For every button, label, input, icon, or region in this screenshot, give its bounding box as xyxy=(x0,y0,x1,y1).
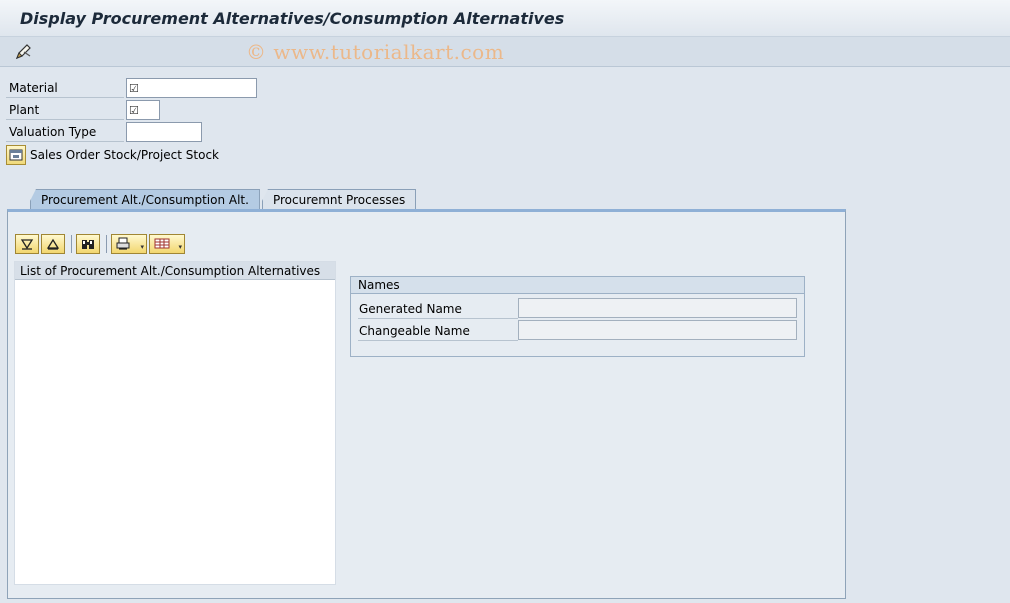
plant-input[interactable]: ☑ xyxy=(126,100,160,120)
sales-order-stock-label: Sales Order Stock/Project Stock xyxy=(30,148,220,162)
tab-procurement-processes[interactable]: Procuremnt Processes xyxy=(261,189,417,210)
material-input[interactable]: ☑ xyxy=(126,78,257,98)
table-layout-icon xyxy=(154,238,170,249)
layout-menu-button[interactable]: ▾ xyxy=(149,233,185,254)
changeable-name-underline xyxy=(358,340,518,341)
list-header: List of Procurement Alt./Consumption Alt… xyxy=(15,262,335,280)
tab-panel: ▾ ▾ List of Procurement Alt./Consumption… xyxy=(7,209,846,599)
plant-label: Plant xyxy=(9,103,40,117)
watermark-text: © www.tutorialkart.com xyxy=(246,40,505,64)
generated-name-label: Generated Name xyxy=(359,302,462,316)
changeable-name-label: Changeable Name xyxy=(359,324,470,338)
valuation-type-row: Valuation Type xyxy=(6,122,266,142)
material-row: Material ☑ xyxy=(6,78,266,98)
tab-procurement-alternatives[interactable]: Procurement Alt./Consumption Alt. xyxy=(30,189,260,210)
valuation-type-label: Valuation Type xyxy=(9,125,97,139)
toolbar-separator xyxy=(106,234,107,253)
dropdown-arrow-icon: ▾ xyxy=(178,242,182,251)
sales-order-stock: Sales Order Stock/Project Stock xyxy=(6,144,219,166)
alternatives-list[interactable]: List of Procurement Alt./Consumption Alt… xyxy=(14,261,336,585)
selection-screen-icon xyxy=(9,149,23,161)
print-icon xyxy=(116,237,130,250)
find-button[interactable] xyxy=(76,233,100,254)
plant-label-underline xyxy=(6,119,124,120)
generated-name-underline xyxy=(358,318,518,319)
required-check-icon: ☑ xyxy=(129,81,139,95)
expand-all-icon xyxy=(20,238,34,250)
material-label: Material xyxy=(9,81,58,95)
required-check-icon: ☑ xyxy=(129,103,139,117)
valuation-type-input[interactable] xyxy=(126,122,202,142)
list-toolbar: ▾ ▾ xyxy=(15,233,187,254)
change-edit-button[interactable] xyxy=(14,42,34,62)
valuation-type-label-underline xyxy=(6,141,124,142)
collapse-all-icon xyxy=(46,238,60,250)
title-bar: Display Procurement Alternatives/Consump… xyxy=(0,0,1010,37)
material-label-underline xyxy=(6,97,124,98)
changeable-name-row: Changeable Name xyxy=(358,320,798,341)
tab-strip: Procurement Alt./Consumption Alt. Procur… xyxy=(30,189,418,210)
names-group: Names Generated Name Changeable Name xyxy=(350,276,805,357)
changeable-name-field xyxy=(518,320,797,340)
generated-name-row: Generated Name xyxy=(358,298,798,319)
generated-name-field xyxy=(518,298,797,318)
print-menu-button[interactable]: ▾ xyxy=(111,233,147,254)
page-title: Display Procurement Alternatives/Consump… xyxy=(20,9,565,28)
change-edit-icon xyxy=(15,44,31,60)
plant-row: Plant ☑ xyxy=(6,100,266,120)
dropdown-arrow-icon: ▾ xyxy=(140,242,144,251)
collapse-all-button[interactable] xyxy=(41,233,65,254)
binoculars-icon xyxy=(82,239,94,249)
toolbar-separator xyxy=(71,234,72,253)
sales-order-stock-button[interactable] xyxy=(6,145,26,165)
application-toolbar: © www.tutorialkart.com xyxy=(0,37,1010,67)
expand-all-button[interactable] xyxy=(15,233,39,254)
names-group-title: Names xyxy=(351,277,804,294)
